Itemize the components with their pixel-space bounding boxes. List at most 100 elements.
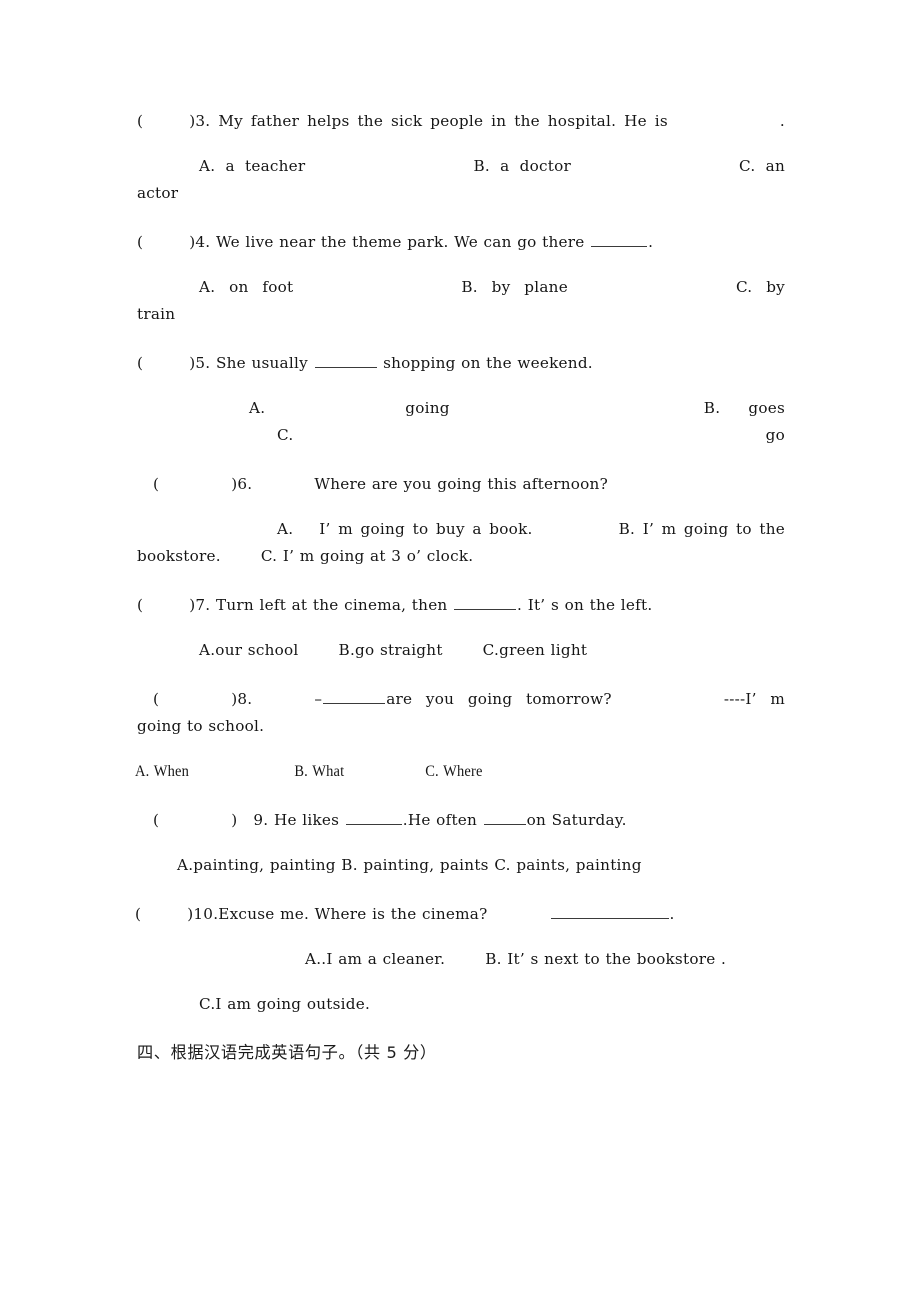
q3-option-a-text: a teacher: [225, 157, 306, 175]
q9-stem-a: He likes: [273, 811, 340, 829]
q4-option-a-text: on foot: [229, 278, 294, 296]
q8-blank: [323, 689, 386, 704]
q7-option-c-letter: C.: [482, 641, 500, 659]
q10-option-a-text: I am a cleaner.: [326, 950, 446, 968]
document-page: () 3. My father helps the sick people in …: [0, 0, 920, 1302]
question-3-options: A. a teacher B. a doctor C. an actor: [137, 153, 785, 207]
question-10-options-row-2: C.I am going outside.: [137, 991, 785, 1018]
question-6-options: A. I’ m going to buy a book. B. I’ m going…: [137, 516, 785, 570]
q10-option-b-text: It’ s next to the bookstore .: [507, 950, 727, 968]
q10-option-b-letter: B.: [485, 950, 502, 968]
q6-number: 6.: [237, 475, 253, 493]
q10-option-c-letter: C.: [199, 995, 216, 1013]
q3-stem-tail: .: [779, 112, 785, 130]
exam-content: () 3. My father helps the sick people in …: [135, 108, 785, 1066]
q7-option-a-letter: A.: [199, 641, 216, 659]
q7-stem-after: . It’ s on the left.: [517, 596, 653, 614]
q5-option-b-text: goes: [748, 399, 785, 417]
q8-number: 8.: [237, 690, 253, 708]
q9-marker-open: (: [153, 811, 160, 829]
q9-blank-2: [483, 810, 526, 825]
q7-option-b-text: go straight: [355, 641, 443, 659]
q4-option-b-letter: B.: [461, 278, 478, 296]
q4-stem-text: We live near the theme park. We can go t…: [215, 233, 585, 251]
q3-option-b-text: a doctor: [500, 157, 572, 175]
q4-number: 4.: [195, 233, 211, 251]
q4-option-b-text: by plane: [491, 278, 568, 296]
q10-option-c-text: I am going outside.: [215, 995, 371, 1013]
q7-number: 7.: [195, 596, 211, 614]
q3-stem-text: My father helps the sick people in the h…: [218, 112, 668, 130]
q4-marker-open: (: [137, 233, 144, 251]
q3-option-c-letter: C.: [739, 157, 756, 175]
q8-option-c-text: Where: [443, 763, 483, 780]
q6-option-b-letter: B.: [618, 520, 636, 538]
q8-dash: –: [314, 690, 323, 708]
q3-marker-open: (: [137, 112, 144, 130]
question-9-stem: () 9. He likes .He often on Saturday.: [137, 807, 785, 834]
q7-stem-before: Turn left at the cinema, then: [215, 596, 448, 614]
q8-option-a-text: When: [153, 763, 190, 780]
question-4-options: A. on foot B. by plane C. by train: [137, 274, 785, 328]
question-10-options-row-1: A..I am a cleaner. B. It’ s next to the b…: [137, 946, 785, 973]
q10-blank: [550, 904, 669, 919]
q8-option-b-letter: B.: [294, 763, 308, 780]
q10-stem-text: Excuse me. Where is the cinema?: [218, 905, 488, 923]
question-7-stem: ()7. Turn left at the cinema, then . It’…: [137, 592, 785, 619]
q10-marker-open: (: [135, 905, 142, 923]
q5-stem-after: shopping on the weekend.: [383, 354, 593, 372]
q4-blank: [591, 232, 648, 247]
question-8-stem: ()8. – are you going tomorrow? ----I’ m goi…: [137, 686, 785, 740]
q8-stem-after: are you going tomorrow?: [386, 690, 612, 708]
q5-marker-open: (: [137, 354, 144, 372]
q8-options-run: A. When B. What C. Where: [135, 758, 483, 785]
q10-stem-tail: .: [669, 905, 675, 923]
q5-option-a-letter: A.: [249, 399, 266, 417]
q4-stem-tail: .: [648, 233, 654, 251]
q5-blank: [314, 353, 377, 368]
question-6-stem: ()6. Where are you going this afternoon?: [137, 471, 785, 498]
q7-blank: [454, 595, 517, 610]
question-5-options: A. going B. goes C. go: [137, 395, 785, 449]
q6-stem-text: Where are you going this afternoon?: [314, 475, 608, 493]
q6-marker-open: (: [153, 475, 160, 493]
q6-option-a-letter: A.: [277, 520, 294, 538]
q10-number: 10.: [193, 905, 219, 923]
q9-blank-1: [345, 810, 402, 825]
q7-option-c-text: green light: [499, 641, 588, 659]
q10-option-a-letter: A..: [305, 950, 327, 968]
question-5-stem: ()5. She usually shopping on the weekend…: [137, 350, 785, 377]
q9-option-b-letter: B.: [341, 856, 358, 874]
q8-answer-dashes: ----: [723, 690, 746, 708]
q5-number: 5.: [195, 354, 211, 372]
q9-stem-c: on Saturday.: [526, 811, 627, 829]
q5-option-c-text: go: [765, 426, 785, 444]
q8-marker-open: (: [153, 690, 160, 708]
question-10-stem: ()10.Excuse me. Where is the cinema?.: [135, 901, 785, 928]
q8-option-b-text: What: [312, 763, 345, 780]
q6-option-c-text: I’ m going at 3 o’ clock.: [282, 547, 474, 565]
q9-marker-close: ): [231, 811, 238, 829]
q3-option-a-letter: A.: [199, 157, 216, 175]
question-8-options: A. When B. What C. Where: [135, 758, 785, 785]
q3-option-b-letter: B.: [473, 157, 490, 175]
q7-option-b-letter: B.: [338, 641, 356, 659]
q5-option-c-letter: C.: [277, 426, 294, 444]
q5-option-b-letter: B.: [703, 399, 721, 417]
q5-stem-before: She usually: [215, 354, 308, 372]
q4-option-a-letter: A.: [199, 278, 216, 296]
q3-number: 3.: [195, 112, 211, 130]
question-3-stem: ()3. My father helps the sick people in …: [137, 108, 785, 135]
q4-option-c-letter: C.: [735, 278, 753, 296]
q9-option-a-letter: A.: [177, 856, 194, 874]
section-heading: 四、根据汉语完成英语句子。（共 5 分）: [137, 1043, 437, 1062]
q5-option-a-text: going: [405, 399, 450, 417]
q9-number: 9.: [253, 811, 269, 829]
q8-option-c-letter: C.: [425, 763, 439, 780]
question-9-options: A.painting, painting B. painting, paints…: [137, 852, 785, 879]
question-7-options: A.our school B.go straight C.green light: [137, 637, 785, 664]
q6-option-a-text: I’ m going to buy a book.: [319, 520, 533, 538]
q9-stem-b: .He often: [402, 811, 478, 829]
q9-option-c-letter: C.: [494, 856, 511, 874]
q9-option-b-text: painting, paints: [363, 856, 489, 874]
